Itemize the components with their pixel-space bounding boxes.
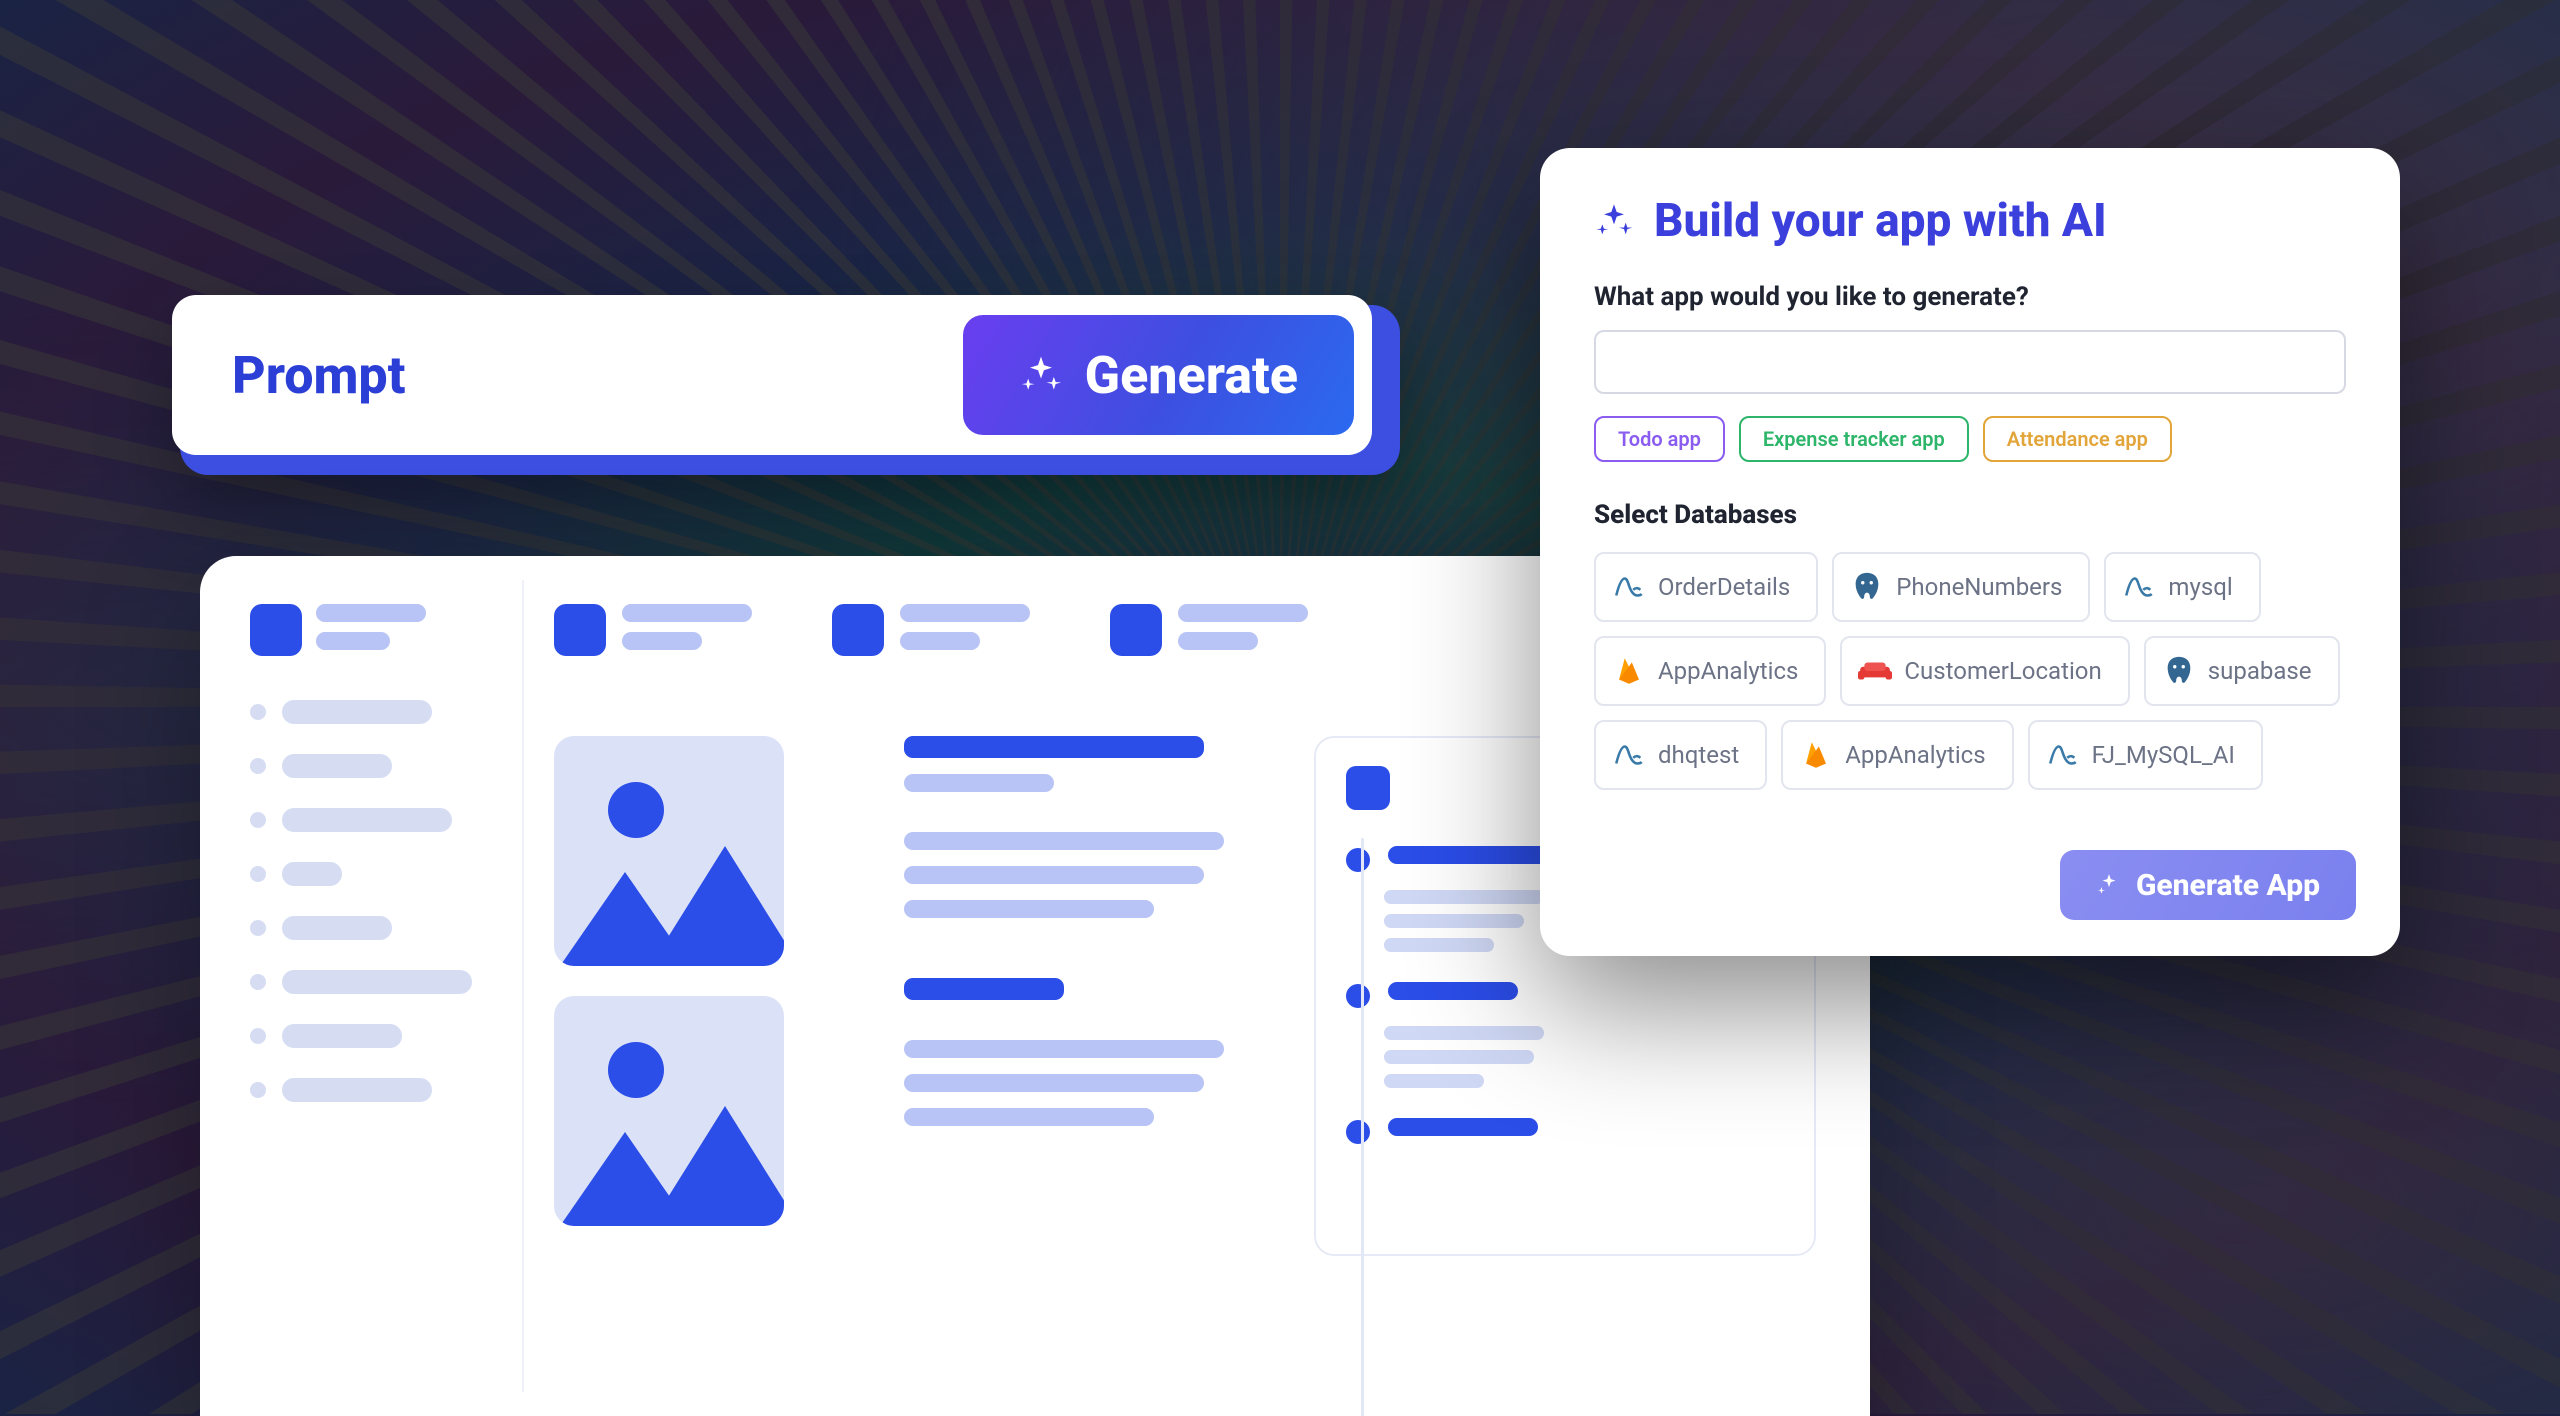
database-grid: OrderDetails PhoneNumbers mysql AppAnalytic…: [1594, 552, 2346, 790]
mock-text-column: [904, 736, 1264, 1256]
suggestion-chip[interactable]: Attendance app: [1983, 416, 2172, 462]
mock-nav-item: [250, 700, 496, 724]
postgres-icon: [2162, 654, 2196, 688]
prompt-label: Prompt: [232, 345, 405, 406]
database-option-label: AppAnalytics: [1845, 741, 1985, 769]
mock-image-placeholder: [554, 736, 784, 966]
database-option-label: CustomerLocation: [1904, 657, 2101, 685]
mysql-icon: [2122, 570, 2156, 604]
sparkle-icon: [1594, 201, 1634, 241]
generate-app-button-label: Generate App: [2136, 868, 2320, 903]
mock-image-column: [554, 736, 854, 1256]
firebase-icon: [1612, 654, 1646, 688]
database-option[interactable]: AppAnalytics: [1781, 720, 2013, 790]
postgres-icon: [1850, 570, 1884, 604]
mock-tasks-icon: [1346, 766, 1390, 810]
database-option-label: mysql: [2168, 573, 2232, 601]
mock-logo-text: [316, 604, 426, 650]
app-description-input[interactable]: [1594, 330, 2346, 394]
database-option-label: supabase: [2208, 657, 2312, 685]
sparkle-icon: [2096, 872, 2122, 898]
mock-nav-item: [250, 1078, 496, 1102]
mock-stat-card: [554, 604, 752, 656]
mysql-icon: [1612, 570, 1646, 604]
database-option[interactable]: mysql: [2104, 552, 2260, 622]
database-option-label: PhoneNumbers: [1896, 573, 2062, 601]
modal-title: Build your app with AI: [1594, 194, 2346, 248]
mock-image-placeholder: [554, 996, 784, 1226]
database-option[interactable]: supabase: [2144, 636, 2340, 706]
database-option-label: OrderDetails: [1658, 573, 1790, 601]
mock-stat-card: [832, 604, 1030, 656]
modal-question: What app would you like to generate?: [1594, 282, 2346, 312]
database-option[interactable]: CustomerLocation: [1840, 636, 2129, 706]
mock-task: [1346, 982, 1784, 1012]
database-option[interactable]: AppAnalytics: [1594, 636, 1826, 706]
mock-nav-item: [250, 916, 496, 940]
firebase-icon: [1799, 738, 1833, 772]
mock-stat-card: [1110, 604, 1308, 656]
database-option-label: AppAnalytics: [1658, 657, 1798, 685]
suggestion-chip[interactable]: Todo app: [1594, 416, 1725, 462]
mock-nav-item: [250, 754, 496, 778]
mysql-icon: [2046, 738, 2080, 772]
generate-app-button[interactable]: Generate App: [2060, 850, 2356, 920]
generate-button-label: Generate: [1085, 345, 1298, 406]
database-option-label: FJ_MySQL_AI: [2092, 741, 2235, 769]
mock-nav-item: [250, 970, 496, 994]
mock-logo: [250, 604, 302, 656]
database-option-label: dhqtest: [1658, 741, 1739, 769]
database-option[interactable]: PhoneNumbers: [1832, 552, 2090, 622]
select-databases-heading: Select Databases: [1594, 500, 2346, 530]
mock-sidebar: [224, 580, 524, 1392]
prompt-bar-shadow: Prompt Generate: [180, 305, 1400, 475]
database-option[interactable]: FJ_MySQL_AI: [2028, 720, 2263, 790]
prompt-bar: Prompt Generate: [172, 295, 1372, 455]
database-option[interactable]: OrderDetails: [1594, 552, 1818, 622]
couch-icon: [1858, 654, 1892, 688]
sparkle-icon: [1019, 353, 1063, 397]
mysql-icon: [1612, 738, 1646, 772]
suggestion-chip-row: Todo app Expense tracker app Attendance ap…: [1594, 416, 2346, 462]
modal-title-text: Build your app with AI: [1654, 194, 2107, 248]
mock-nav-item: [250, 1024, 496, 1048]
ai-builder-modal: Build your app with AI What app would yo…: [1540, 148, 2400, 956]
suggestion-chip[interactable]: Expense tracker app: [1739, 416, 1969, 462]
mock-task: [1346, 1118, 1784, 1148]
generate-button[interactable]: Generate: [963, 315, 1354, 435]
database-option[interactable]: dhqtest: [1594, 720, 1767, 790]
mock-nav-item: [250, 808, 496, 832]
mock-nav-item: [250, 862, 496, 886]
